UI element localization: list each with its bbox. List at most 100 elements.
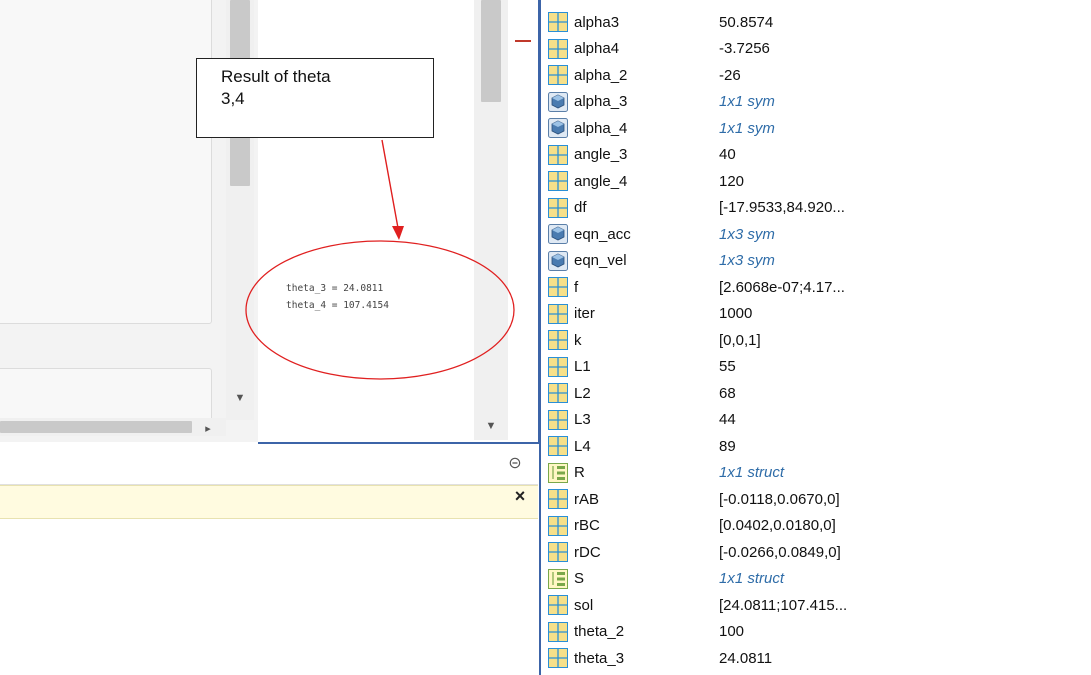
variable-name: L4 [574, 437, 591, 455]
workspace-row[interactable]: eqn_vel 1x3 sym [548, 248, 1088, 275]
variable-value: 68 [719, 384, 736, 402]
workspace-row[interactable]: S 1x1 struct [548, 566, 1088, 593]
variable-name: alpha3 [574, 13, 620, 31]
variable-value: [2.6068e-07;4.17... [719, 278, 845, 296]
workspace-row[interactable]: theta_3 24.0811 [548, 645, 1088, 672]
variable-value: 1x1 sym [719, 93, 775, 111]
matrix-grid-icon [548, 277, 568, 298]
variable-name: k [574, 331, 582, 349]
variable-name: f [574, 278, 579, 296]
close-icon[interactable]: × [510, 486, 530, 506]
variable-name: L1 [574, 358, 591, 376]
matrix-grid-icon [548, 303, 568, 324]
matrix-grid-icon [548, 38, 568, 59]
sym-object-icon [548, 91, 568, 112]
workspace-row[interactable]: alpha_2 -26 [548, 62, 1088, 89]
matrix-grid-icon [548, 595, 568, 616]
variable-value: [24.0811;107.415... [719, 596, 848, 614]
variable-name: L3 [574, 411, 591, 429]
matrix-grid-icon [548, 65, 568, 86]
variable-value: [0,0,1] [719, 331, 761, 349]
sym-object-icon [548, 224, 568, 245]
workspace-row[interactable]: alpha_3 1x1 sym [548, 89, 1088, 116]
workspace-row[interactable]: rDC [-0.0266,0.0849,0] [548, 539, 1088, 566]
variable-value: -26 [719, 66, 741, 84]
command-toolbar [0, 444, 538, 485]
workspace-row[interactable]: df [-17.9533,84.920... [548, 195, 1088, 222]
variable-name: alpha_3 [574, 93, 628, 111]
struct-icon [548, 462, 568, 483]
workspace-row[interactable]: L4 89 [548, 433, 1088, 460]
annotation-arrowhead [392, 226, 404, 240]
variable-value: 1000 [719, 305, 753, 323]
variable-name: eqn_acc [574, 225, 631, 243]
variable-value: 1x1 struct [719, 570, 785, 588]
variable-value: 50.8574 [719, 13, 774, 31]
variable-name: df [574, 199, 587, 217]
workspace-row[interactable]: alpha4 -3.7256 [548, 36, 1088, 63]
variable-value: [0.0402,0.0180,0] [719, 517, 836, 535]
variable-value: 1x3 sym [719, 225, 775, 243]
variable-name: iter [574, 305, 595, 323]
workspace-row[interactable]: alpha_4 1x1 sym [548, 115, 1088, 142]
workspace-row[interactable]: angle_3 40 [548, 142, 1088, 169]
workspace-row[interactable]: L2 68 [548, 380, 1088, 407]
variable-name: alpha_2 [574, 66, 628, 84]
variable-value: 1x3 sym [719, 252, 775, 270]
matrix-grid-icon [548, 436, 568, 457]
variable-value: 120 [719, 172, 745, 190]
variable-value: -3.7256 [719, 40, 770, 58]
variable-value: 55 [719, 358, 736, 376]
variable-value: 89 [719, 437, 736, 455]
variable-value: 44 [719, 411, 736, 429]
workspace-row[interactable]: L3 44 [548, 407, 1088, 434]
variable-name: alpha4 [574, 40, 620, 58]
variable-name: alpha_4 [574, 119, 628, 137]
workspace-row[interactable]: rAB [-0.0118,0.0670,0] [548, 486, 1088, 513]
variable-name: S [574, 570, 585, 588]
variable-value: [-0.0266,0.0849,0] [719, 543, 841, 561]
variable-name: R [574, 464, 585, 482]
matrix-grid-icon [548, 330, 568, 351]
workspace-row[interactable]: rBC [0.0402,0.0180,0] [548, 513, 1088, 540]
matrix-grid-icon [548, 409, 568, 430]
variable-value: [-17.9533,84.920... [719, 199, 845, 217]
workspace-row[interactable]: angle_4 120 [548, 168, 1088, 195]
variable-name: angle_4 [574, 172, 628, 190]
annotation-arrow [381, 139, 399, 229]
annotation-overlay [245, 139, 515, 380]
struct-icon [548, 568, 568, 589]
variable-name: rDC [574, 543, 601, 561]
matrix-grid-icon [548, 621, 568, 642]
workspace-row[interactable]: eqn_acc 1x3 sym [548, 221, 1088, 248]
variable-name: rAB [574, 490, 600, 508]
matrix-grid-icon [548, 542, 568, 563]
matrix-grid-icon [548, 197, 568, 218]
variable-value: 24.0811 [719, 649, 773, 667]
workspace-row[interactable]: R 1x1 struct [548, 460, 1088, 487]
matrix-grid-icon [548, 515, 568, 536]
variable-name: theta_3 [574, 649, 625, 667]
variable-name: eqn_vel [574, 252, 627, 270]
matrix-grid-icon [548, 12, 568, 33]
sym-object-icon [548, 118, 568, 139]
matrix-grid-icon [548, 144, 568, 165]
matrix-grid-icon [548, 171, 568, 192]
options-icon[interactable]: ⊝ [505, 454, 525, 474]
variable-value: 1x1 struct [719, 464, 785, 482]
variable-value: 40 [719, 146, 736, 164]
workspace-row[interactable]: f [2.6068e-07;4.17... [548, 274, 1088, 301]
workspace-row[interactable]: k [0,0,1] [548, 327, 1088, 354]
variable-name: rBC [574, 517, 600, 535]
sym-object-icon [548, 250, 568, 271]
variable-value: 100 [719, 623, 745, 641]
variable-name: sol [574, 596, 594, 614]
matrix-grid-icon [548, 356, 568, 377]
matrix-grid-icon [548, 489, 568, 510]
workspace-row[interactable]: sol [24.0811;107.415... [548, 592, 1088, 619]
workspace-row[interactable]: iter 1000 [548, 301, 1088, 328]
workspace-row[interactable]: alpha3 50.8574 [548, 9, 1088, 36]
workspace-row[interactable]: theta_2 100 [548, 619, 1088, 646]
workspace-row[interactable]: L1 55 [548, 354, 1088, 381]
variable-name: theta_2 [574, 623, 625, 641]
